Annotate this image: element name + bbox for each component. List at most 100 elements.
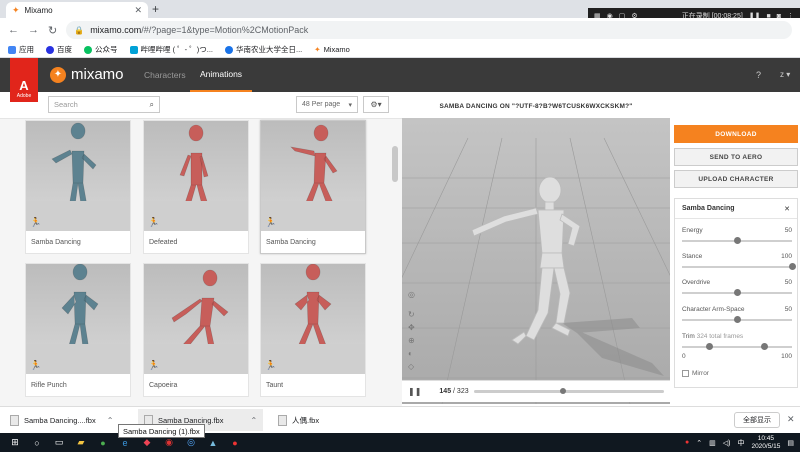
- 3d-viewport[interactable]: [402, 118, 670, 404]
- search-icon[interactable]: ⌕: [150, 100, 154, 110]
- close-downloads-icon[interactable]: ✕: [787, 414, 795, 425]
- rotate-icon[interactable]: ↻: [408, 310, 415, 319]
- animation-thumbnail: 🏃: [26, 264, 130, 374]
- browser-tab[interactable]: ✦ Mixamo ✕: [6, 2, 148, 18]
- ime-indicator[interactable]: 中: [737, 438, 744, 448]
- slider-handle[interactable]: [733, 289, 741, 296]
- app-icon-3[interactable]: ◎: [184, 437, 198, 449]
- bookmark-official-accounts[interactable]: 公众号: [84, 44, 118, 55]
- bookmark-apps[interactable]: 应用: [8, 44, 34, 55]
- zoom-icon[interactable]: ⊕: [408, 336, 415, 345]
- animation-card[interactable]: 🏃 Samba Dancing: [25, 120, 131, 254]
- chevron-up-icon[interactable]: ⌃: [250, 416, 257, 425]
- file-explorer-icon[interactable]: ▰: [74, 437, 88, 449]
- app-icon-4[interactable]: ▲: [206, 437, 220, 449]
- url-input[interactable]: 🔒 mixamo.com/#/?page=1&type=Motion%2CMot…: [66, 21, 792, 39]
- animation-card[interactable]: 🏃 Rifle Punch: [25, 263, 131, 397]
- bookmark-bilibili[interactable]: 哔哩哔哩 ( ゜- ゜)つ...: [129, 44, 213, 55]
- volume-icon[interactable]: ◁): [723, 439, 731, 447]
- bookmark-mixamo[interactable]: ✦ Mixamo: [314, 45, 350, 54]
- network-icon[interactable]: ▥: [709, 439, 716, 447]
- download-filename: Samba Dancing....fbx: [24, 415, 96, 425]
- slider-arm-space[interactable]: Character Arm-Space 50: [682, 306, 792, 323]
- chevron-up-tray-icon[interactable]: ⌃: [696, 439, 702, 447]
- runner-icon: 🏃: [30, 217, 42, 227]
- browser-tab-title: Mixamo: [24, 5, 53, 15]
- pause-icon[interactable]: ❚❚: [408, 387, 421, 396]
- reload-icon[interactable]: ↻: [48, 24, 57, 37]
- timeline-handle[interactable]: [559, 388, 566, 394]
- camera-frame-icon[interactable]: ◎: [408, 290, 415, 299]
- slider-handle[interactable]: [733, 316, 741, 323]
- search-input[interactable]: Search ⌕: [48, 96, 160, 113]
- close-icon[interactable]: ✕: [784, 205, 790, 213]
- notifications-icon[interactable]: ▤: [787, 439, 794, 447]
- grid-settings-button[interactable]: ⚙▾: [363, 96, 389, 113]
- animation-card-selected[interactable]: 🏃 Samba Dancing: [260, 120, 366, 254]
- reset-view-icon[interactable]: ◐: [408, 349, 413, 358]
- timeline-slider[interactable]: [474, 388, 664, 394]
- clock-time: 10:45: [757, 434, 775, 442]
- bookmark-baidu[interactable]: 百度: [46, 44, 72, 55]
- url-host: mixamo.com: [90, 25, 142, 35]
- checkbox-box[interactable]: [682, 370, 689, 377]
- animation-name: Samba Dancing: [266, 238, 316, 246]
- edge-icon[interactable]: e: [118, 437, 132, 449]
- search-taskbar-icon[interactable]: ○: [30, 437, 44, 449]
- user-menu[interactable]: z ▾: [780, 70, 790, 79]
- skeleton-toggle-icon[interactable]: ◇: [408, 362, 414, 371]
- show-all-downloads-button[interactable]: 全部显示: [734, 412, 780, 428]
- antivirus-tray-icon[interactable]: ●: [685, 439, 689, 446]
- tab-characters[interactable]: Characters: [144, 58, 186, 92]
- chevron-up-icon[interactable]: ⌃: [107, 416, 114, 425]
- bookmark-scau[interactable]: 华南农业大学全日...: [225, 44, 302, 55]
- search-placeholder: Search: [54, 100, 78, 109]
- move-icon[interactable]: ✥: [408, 323, 415, 332]
- trim-range[interactable]: Trim 324 total frames 0 100: [682, 333, 792, 360]
- back-icon[interactable]: ←: [8, 24, 19, 36]
- new-tab-icon[interactable]: +: [152, 2, 159, 16]
- mirror-label: Mirror: [692, 370, 709, 377]
- mixamo-bookmark-icon: ✦: [314, 45, 321, 54]
- app-icon-1[interactable]: ◆: [140, 437, 154, 449]
- viewport-scene: [402, 118, 670, 404]
- forward-icon[interactable]: →: [28, 24, 39, 36]
- tab-animations[interactable]: Animations: [190, 58, 253, 92]
- chrome-icon[interactable]: ●: [96, 437, 110, 449]
- animation-card[interactable]: 🏃 Defeated: [143, 120, 249, 254]
- per-page-select[interactable]: 48 Per page ▾: [296, 96, 358, 113]
- trim-end-handle[interactable]: [761, 343, 768, 350]
- mixamo-logo[interactable]: ✦ mixamo: [50, 66, 124, 83]
- slider-overdrive[interactable]: Overdrive 50: [682, 279, 792, 296]
- clock[interactable]: 10:45 2020/5/15: [751, 435, 780, 451]
- slider-stance[interactable]: Stance 100: [682, 253, 796, 270]
- animation-card[interactable]: 🏃 Taunt: [260, 263, 366, 397]
- mixamo-runner-icon: ✦: [50, 66, 66, 83]
- send-to-aero-button[interactable]: SEND TO AERO: [674, 148, 798, 166]
- download-button[interactable]: DOWNLOAD: [674, 125, 798, 143]
- mirror-checkbox[interactable]: Mirror: [682, 370, 709, 377]
- adobe-logo[interactable]: A Adobe: [10, 58, 38, 102]
- task-view-icon[interactable]: ▭: [52, 437, 66, 449]
- slider-handle[interactable]: [788, 263, 796, 270]
- slider-handle[interactable]: [733, 237, 741, 244]
- animation-thumbnail: 🏃: [144, 121, 248, 231]
- download-item[interactable]: Samba Dancing....fbx ⌃: [10, 409, 113, 431]
- trim-start-handle[interactable]: [706, 343, 713, 350]
- address-bar-row: ← → ↻ 🔒 mixamo.com/#/?page=1&type=Motion…: [0, 18, 800, 42]
- windows-start-icon[interactable]: ⊞: [8, 437, 22, 449]
- close-tab-icon[interactable]: ✕: [134, 5, 142, 16]
- app-icon-5[interactable]: ●: [228, 437, 242, 449]
- animation-grid: 🏃 Samba Dancing 🏃 Defeated 🏃 Samba Danci…: [0, 118, 402, 406]
- animation-name: Samba Dancing: [31, 238, 81, 246]
- runner-icon: 🏃: [30, 360, 42, 370]
- download-item[interactable]: 人偶.fbx: [278, 409, 319, 431]
- animation-card[interactable]: 🏃 Capoeira: [143, 263, 249, 397]
- university-icon: [225, 45, 233, 54]
- grid-scrollbar[interactable]: [392, 146, 398, 182]
- help-icon[interactable]: ?: [756, 70, 761, 80]
- app-icon-2[interactable]: ◉: [162, 437, 176, 449]
- trim-max: 100: [781, 353, 792, 360]
- upload-character-button[interactable]: UPLOAD CHARACTER: [674, 170, 798, 188]
- slider-energy[interactable]: Energy 50: [682, 227, 792, 244]
